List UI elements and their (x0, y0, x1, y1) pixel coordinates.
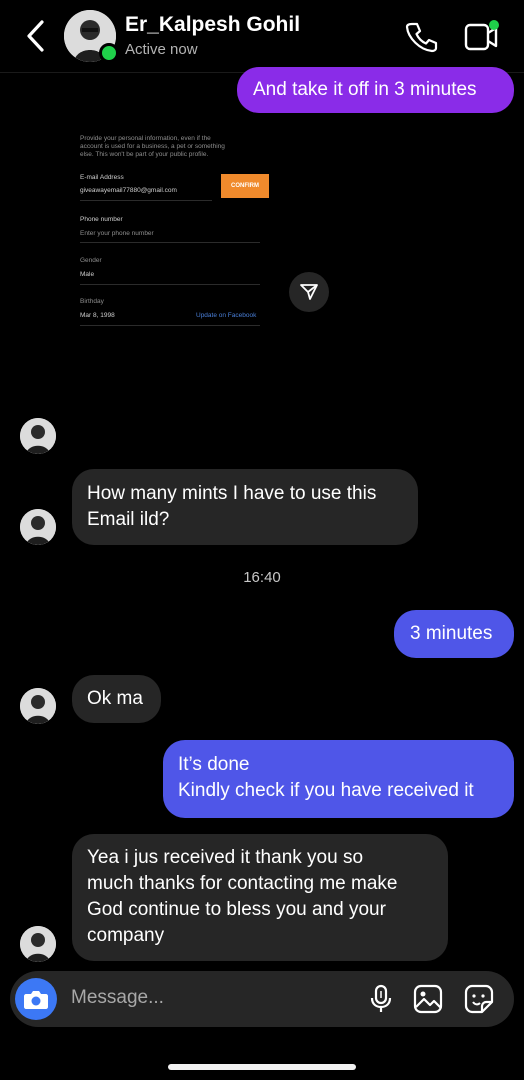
avatar[interactable] (20, 926, 56, 962)
birthday-value: Mar 8, 1998 (80, 312, 115, 319)
message-composer: Message... (10, 971, 514, 1027)
gender-value: Male (80, 271, 95, 278)
timestamp: 16:40 (243, 569, 281, 586)
chat-header: Er_Kalpesh Gohil Active now (0, 0, 524, 73)
camera-button[interactable] (15, 978, 57, 1020)
message-text: 3 minutes (410, 623, 493, 644)
incoming-message[interactable]: Yea i jus received it thank you so much … (72, 834, 448, 961)
update-facebook-link: Update on Facebook (196, 312, 257, 319)
incoming-message[interactable]: Ok ma (72, 675, 161, 723)
voice-call-button[interactable] (402, 18, 440, 56)
email-value: giveawayemail77880@gmail.com (80, 187, 177, 194)
online-indicator (99, 43, 119, 63)
email-label: E-mail Address (80, 174, 124, 181)
back-button[interactable] (18, 16, 54, 56)
camera-icon (24, 991, 48, 1009)
outgoing-message[interactable]: 3 minutes (394, 610, 514, 658)
send-icon (300, 284, 318, 300)
message-text: It’s done Kindly check if you have recei… (178, 754, 474, 801)
divider (80, 200, 212, 201)
message-text: How many mints I have to use this Email … (87, 483, 377, 530)
message-text: Yea i jus received it thank you so much … (87, 847, 398, 946)
avatar[interactable] (20, 688, 56, 724)
chevron-left-icon (27, 20, 44, 52)
outgoing-message[interactable]: It’s done Kindly check if you have recei… (163, 740, 514, 818)
video-call-button[interactable] (462, 16, 502, 56)
gallery-button[interactable] (412, 983, 444, 1015)
confirm-button: CONFIRM (221, 174, 269, 198)
profile-photo-icon (20, 926, 56, 962)
video-camera-icon (464, 20, 499, 51)
microphone-icon (370, 984, 392, 1012)
screenshot-intro: Provide your personal information, even … (80, 135, 225, 158)
profile-photo-icon (20, 688, 56, 724)
incoming-message[interactable]: How many mints I have to use this Email … (72, 469, 418, 545)
avatar[interactable] (20, 509, 56, 545)
profile-photo-icon (20, 509, 56, 545)
gender-label: Gender (80, 257, 102, 264)
profile-photo-icon (20, 418, 56, 454)
avatar[interactable] (20, 418, 56, 454)
microphone-button[interactable] (365, 983, 397, 1015)
phone-placeholder: Enter your phone number (80, 230, 154, 237)
divider (80, 284, 260, 285)
birthday-label: Birthday (80, 298, 104, 305)
active-status: Active now (125, 41, 198, 58)
message-input[interactable]: Message... (71, 987, 164, 1009)
divider (80, 325, 260, 326)
shared-screenshot[interactable]: Provide your personal information, even … (72, 126, 282, 336)
phone-icon (405, 22, 438, 53)
contact-name[interactable]: Er_Kalpesh Gohil (125, 13, 300, 37)
divider (80, 242, 260, 243)
phone-label: Phone number (80, 216, 123, 223)
outgoing-message[interactable]: And take it off in 3 minutes (237, 67, 514, 113)
message-text: And take it off in 3 minutes (253, 79, 477, 100)
message-text: Ok ma (87, 688, 143, 709)
sticker-icon (464, 984, 494, 1014)
sticker-button[interactable] (463, 983, 495, 1015)
image-icon (413, 984, 443, 1014)
share-button[interactable] (289, 272, 329, 312)
home-indicator[interactable] (168, 1064, 356, 1070)
